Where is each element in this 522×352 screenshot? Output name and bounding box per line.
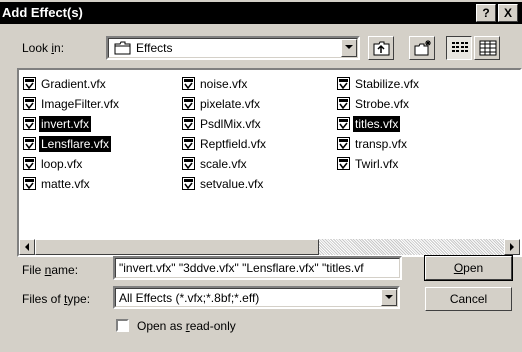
file-name: titles.vfx [353,116,401,132]
file-name: PsdlMix.vfx [200,117,261,131]
scrollbar-thumb[interactable] [35,239,319,255]
effect-file-icon [182,137,195,150]
effect-file-icon [337,97,350,110]
look-in-value: Effects [136,41,173,55]
file-name: Lensflare.vfx [39,136,112,152]
file-name-label: File name: [22,263,79,277]
file-name: pixelate.vfx [200,97,261,111]
effect-file-icon [182,157,195,170]
open-button[interactable]: Open [424,255,513,281]
horizontal-scrollbar[interactable] [19,239,520,255]
create-new-folder-button[interactable] [409,36,435,60]
look-in-label: Look in: [22,41,65,55]
file-name: transp.vfx [355,137,408,151]
effect-file-icon [337,77,350,90]
file-name: Stabilize.vfx [355,77,420,91]
read-only-label[interactable]: Open as read-only [137,319,236,333]
list-view-icon [452,42,468,52]
add-effects-dialog: Add Effect(s) ? X Look in: Effects Gradi… [0,0,522,352]
file-name: loop.vfx [41,157,83,171]
chevron-down-icon [345,45,353,49]
details-view-icon [479,40,497,56]
effect-file-icon [23,157,36,170]
new-folder-icon [414,40,431,56]
files-of-type-value: All Effects (*.vfx;*.8bf;*.eff) [119,291,260,305]
arrow-right-icon [510,243,514,251]
scroll-right-button[interactable] [504,239,520,255]
file-name: ImageFilter.vfx [41,97,120,111]
look-in-dropdown[interactable]: Effects [106,36,360,60]
files-of-type-label: Files of type: [22,292,91,306]
files-of-type-dropdown[interactable]: All Effects (*.vfx;*.8bf;*.eff) [113,286,400,309]
file-name: invert.vfx [39,116,92,132]
file-name: noise.vfx [200,77,248,91]
up-folder-icon [373,41,390,56]
effect-file-icon [23,97,36,110]
look-in-dropdown-arrow[interactable] [341,39,357,57]
window-title: Add Effect(s) [2,5,83,20]
scrollbar-track[interactable] [319,239,504,255]
file-name: Twirl.vfx [355,157,399,171]
effect-file-icon [337,157,350,170]
help-button[interactable]: ? [476,4,496,22]
up-one-level-button[interactable] [368,36,394,60]
scroll-left-button[interactable] [19,239,35,255]
chevron-down-icon [385,295,393,299]
cancel-button[interactable]: Cancel [425,287,512,311]
file-name: setvalue.vfx [200,177,264,191]
list-view-button[interactable] [446,36,472,60]
read-only-checkbox[interactable] [116,319,129,332]
effect-file-icon [337,117,350,130]
close-button[interactable]: X [498,4,518,22]
effect-file-icon [182,97,195,110]
files-of-type-dropdown-arrow[interactable] [381,289,397,306]
effect-file-icon [23,137,36,150]
details-view-button[interactable] [474,36,500,60]
title-bar[interactable]: Add Effect(s) ? X [0,2,522,24]
file-name-input[interactable]: "invert.vfx" "3ddve.vfx" "Lensflare.vfx"… [113,256,402,280]
file-name-value: "invert.vfx" "3ddve.vfx" "Lensflare.vfx"… [119,261,364,275]
effect-file-icon [182,77,195,90]
file-name: matte.vfx [41,177,90,191]
file-list[interactable]: Gradient.vfx ImageFilter.vfx invert.vfx Len… [17,68,522,257]
effect-file-icon [23,117,36,130]
effect-file-icon [182,117,195,130]
effect-file-icon [337,137,350,150]
folder-icon [114,41,132,58]
file-name: scale.vfx [200,157,247,171]
effect-file-icon [23,177,36,190]
file-name: Reptfield.vfx [200,137,267,151]
arrow-left-icon [25,243,29,251]
effect-file-icon [23,77,36,90]
file-name: Gradient.vfx [41,77,106,91]
effect-file-icon [182,177,195,190]
file-name: Strobe.vfx [355,97,410,111]
